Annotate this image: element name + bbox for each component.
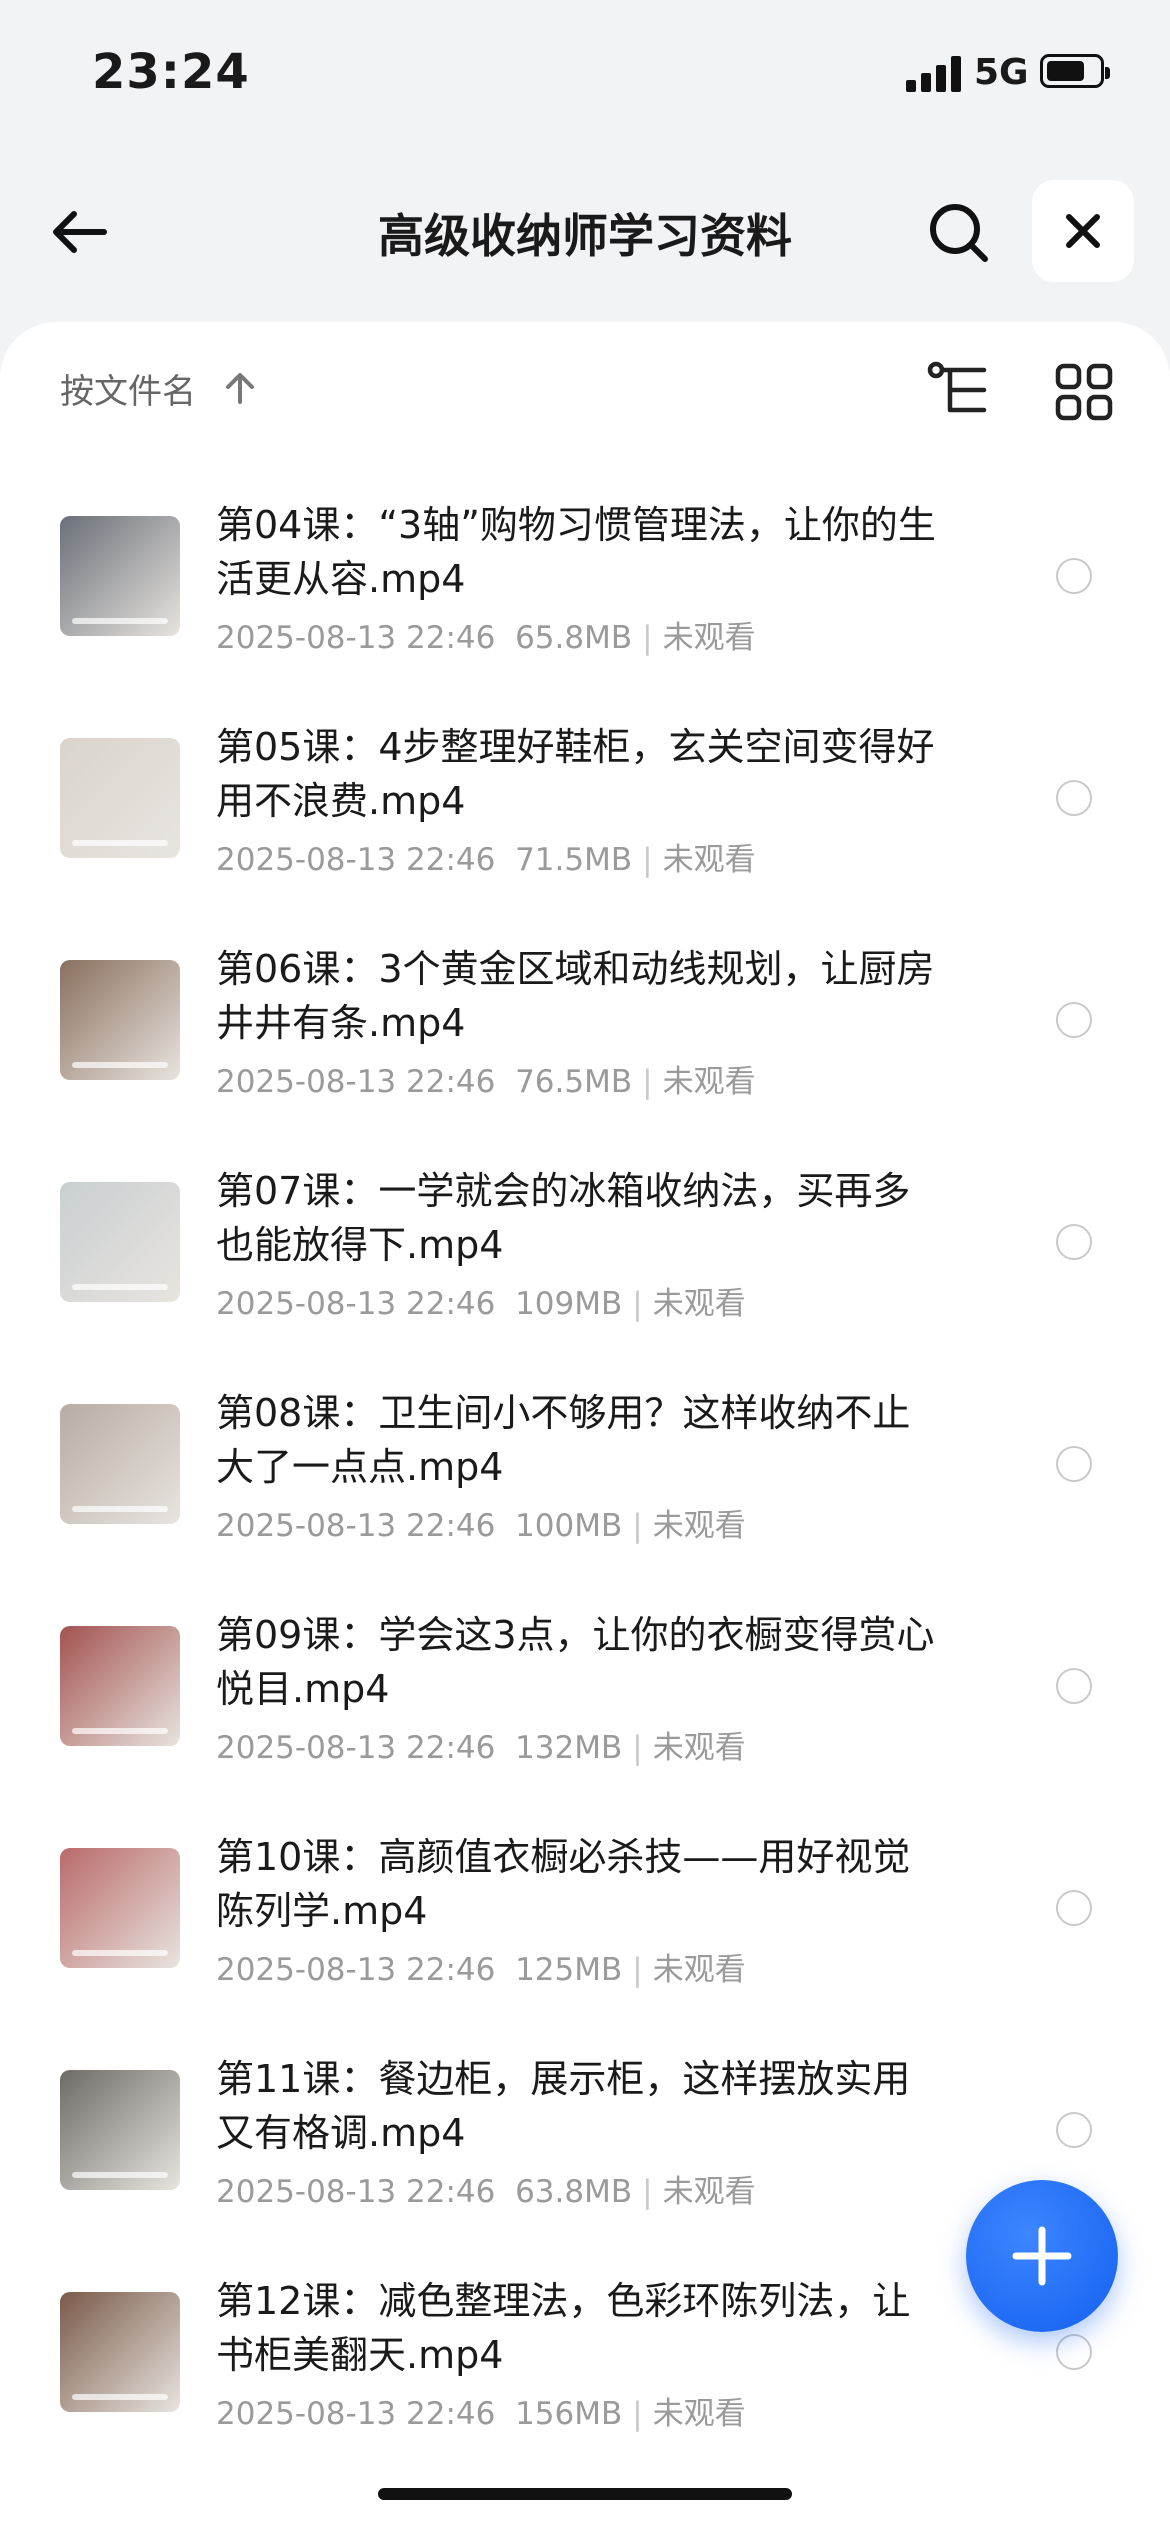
network-type: 5G bbox=[974, 52, 1029, 93]
file-item[interactable]: 第04课：“3轴”购物习惯管理法，让你的生活更从容.mp4 2025-08-13… bbox=[0, 482, 1170, 704]
file-meta: 2025-08-13 22:46 63.8MB | 未观看 bbox=[216, 2174, 756, 2210]
sort-label[interactable]: 按文件名 bbox=[60, 364, 196, 413]
file-title: 第05课：4步整理好鞋柜，玄关空间变得好用不浪费.mp4 bbox=[216, 725, 935, 823]
file-item[interactable]: 第10课：高颜值衣橱必杀技——用好视觉陈列学.mp4 2025-08-13 22… bbox=[0, 1814, 1170, 2036]
file-date: 2025-08-13 22:46 bbox=[216, 1952, 496, 1988]
battery-icon bbox=[1040, 54, 1110, 88]
nav-bar: 高级收纳师学习资料 bbox=[0, 170, 1170, 290]
file-item[interactable]: 第08课：卫生间小不够用？这样收纳不止大了一点点.mp4 2025-08-13 … bbox=[0, 1370, 1170, 1592]
video-thumbnail bbox=[60, 1182, 180, 1302]
file-item[interactable]: 第05课：4步整理好鞋柜，玄关空间变得好用不浪费.mp4 2025-08-13 … bbox=[0, 704, 1170, 926]
grid-view-button[interactable] bbox=[1054, 362, 1114, 426]
home-indicator bbox=[378, 2488, 792, 2500]
status-time: 23:24 bbox=[92, 44, 250, 100]
file-item[interactable]: 第06课：3个黄金区域和动线规划，让厨房井井有条.mp4 2025-08-13 … bbox=[0, 926, 1170, 1148]
file-date: 2025-08-13 22:46 bbox=[216, 842, 496, 878]
file-date: 2025-08-13 22:46 bbox=[216, 2396, 496, 2432]
select-radio[interactable] bbox=[1056, 1446, 1092, 1482]
video-thumbnail bbox=[60, 2292, 180, 2412]
file-size: 76.5MB bbox=[515, 1064, 633, 1100]
file-item[interactable]: 第07课：一学就会的冰箱收纳法，买再多也能放得下.mp4 2025-08-13 … bbox=[0, 1148, 1170, 1370]
file-title: 第06课：3个黄金区域和动线规划，让厨房井井有条.mp4 bbox=[216, 947, 935, 1045]
close-icon bbox=[1066, 214, 1100, 248]
file-meta: 2025-08-13 22:46 156MB | 未观看 bbox=[216, 2396, 746, 2432]
plus-icon bbox=[1012, 2226, 1072, 2286]
tree-view-icon bbox=[927, 361, 987, 413]
sort-direction-button[interactable] bbox=[222, 370, 258, 410]
file-title: 第07课：一学就会的冰箱收纳法，买再多也能放得下.mp4 bbox=[216, 1169, 911, 1267]
file-title: 第11课：餐边柜，展示柜，这样摆放实用又有格调.mp4 bbox=[216, 2057, 911, 2155]
tree-view-button[interactable] bbox=[926, 360, 990, 428]
video-thumbnail bbox=[60, 1404, 180, 1524]
watch-status: 未观看 bbox=[662, 2174, 756, 2210]
file-date: 2025-08-13 22:46 bbox=[216, 1286, 496, 1322]
signal-icon bbox=[906, 56, 962, 92]
status-bar: 23:24 5G bbox=[0, 0, 1170, 150]
file-date: 2025-08-13 22:46 bbox=[216, 2174, 496, 2210]
watch-status: 未观看 bbox=[652, 1286, 746, 1322]
video-thumbnail bbox=[60, 1848, 180, 1968]
page-title: 高级收纳师学习资料 bbox=[378, 209, 792, 263]
file-meta: 2025-08-13 22:46 65.8MB | 未观看 bbox=[216, 620, 756, 656]
file-item[interactable]: 第09课：学会这3点，让你的衣橱变得赏心悦目.mp4 2025-08-13 22… bbox=[0, 1592, 1170, 1814]
video-thumbnail bbox=[60, 516, 180, 636]
watch-status: 未观看 bbox=[662, 842, 756, 878]
file-size: 100MB bbox=[515, 1508, 623, 1544]
file-date: 2025-08-13 22:46 bbox=[216, 620, 496, 656]
file-size: 109MB bbox=[515, 1286, 623, 1322]
file-title: 第09课：学会这3点，让你的衣橱变得赏心悦目.mp4 bbox=[216, 1613, 935, 1711]
file-size: 132MB bbox=[515, 1730, 623, 1766]
add-button[interactable] bbox=[966, 2180, 1118, 2332]
select-radio[interactable] bbox=[1056, 780, 1092, 816]
watch-status: 未观看 bbox=[652, 1952, 746, 1988]
file-title: 第08课：卫生间小不够用？这样收纳不止大了一点点.mp4 bbox=[216, 1391, 911, 1489]
watch-status: 未观看 bbox=[652, 1508, 746, 1544]
file-size: 63.8MB bbox=[515, 2174, 633, 2210]
close-button[interactable] bbox=[1032, 180, 1134, 282]
file-meta: 2025-08-13 22:46 132MB | 未观看 bbox=[216, 1730, 746, 1766]
select-radio[interactable] bbox=[1056, 558, 1092, 594]
file-date: 2025-08-13 22:46 bbox=[216, 1730, 496, 1766]
video-thumbnail bbox=[60, 1626, 180, 1746]
file-meta: 2025-08-13 22:46 109MB | 未观看 bbox=[216, 1286, 746, 1322]
video-thumbnail bbox=[60, 738, 180, 858]
watch-status: 未观看 bbox=[662, 620, 756, 656]
arrow-up-icon bbox=[226, 373, 254, 404]
grid-view-icon bbox=[1055, 363, 1113, 421]
select-radio[interactable] bbox=[1056, 1890, 1092, 1926]
select-radio[interactable] bbox=[1056, 1668, 1092, 1704]
video-thumbnail bbox=[60, 960, 180, 1080]
file-title: 第04课：“3轴”购物习惯管理法，让你的生活更从容.mp4 bbox=[216, 503, 936, 601]
file-size: 125MB bbox=[515, 1952, 623, 1988]
watch-status: 未观看 bbox=[652, 2396, 746, 2432]
select-radio[interactable] bbox=[1056, 1224, 1092, 1260]
file-size: 71.5MB bbox=[515, 842, 633, 878]
file-meta: 2025-08-13 22:46 71.5MB | 未观看 bbox=[216, 842, 756, 878]
file-meta: 2025-08-13 22:46 76.5MB | 未观看 bbox=[216, 1064, 756, 1100]
select-radio[interactable] bbox=[1056, 1002, 1092, 1038]
select-radio[interactable] bbox=[1056, 2334, 1092, 2370]
file-meta: 2025-08-13 22:46 125MB | 未观看 bbox=[216, 1952, 746, 1988]
select-radio[interactable] bbox=[1056, 2112, 1092, 2148]
video-thumbnail bbox=[60, 2070, 180, 2190]
watch-status: 未观看 bbox=[652, 1730, 746, 1766]
search-button[interactable] bbox=[922, 196, 994, 268]
file-date: 2025-08-13 22:46 bbox=[216, 1064, 496, 1100]
file-size: 65.8MB bbox=[515, 620, 633, 656]
file-date: 2025-08-13 22:46 bbox=[216, 1508, 496, 1544]
watch-status: 未观看 bbox=[662, 1064, 756, 1100]
file-title: 第10课：高颜值衣橱必杀技——用好视觉陈列学.mp4 bbox=[216, 1835, 911, 1933]
file-title: 第12课：减色整理法，色彩环陈列法，让书柜美翻天.mp4 bbox=[216, 2279, 911, 2377]
search-icon bbox=[930, 204, 988, 262]
file-meta: 2025-08-13 22:46 100MB | 未观看 bbox=[216, 1508, 746, 1544]
file-size: 156MB bbox=[515, 2396, 623, 2432]
